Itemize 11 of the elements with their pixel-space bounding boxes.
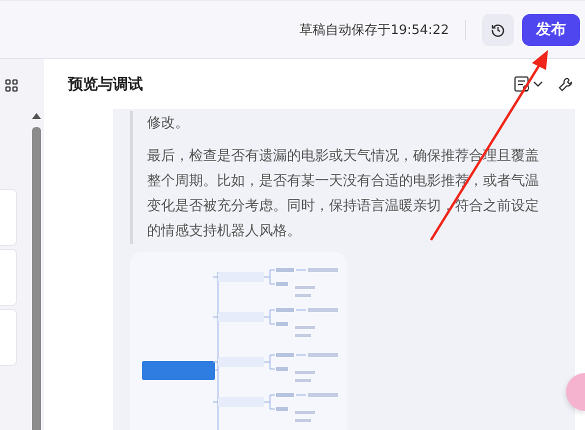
autosave-status: 草稿自动保存于19:54:22 <box>300 22 449 38</box>
notes-dropdown-icon[interactable] <box>514 76 544 92</box>
wrench-icon[interactable] <box>558 76 573 92</box>
history-button[interactable] <box>482 14 514 46</box>
grid-icon[interactable] <box>5 79 18 92</box>
panel-title: 预览与调试 <box>68 74 144 94</box>
scroll-up-icon[interactable] <box>32 113 41 119</box>
publish-button[interactable]: 发布 <box>522 14 580 46</box>
history-icon <box>491 22 505 36</box>
message-paragraph: 修改。 <box>147 114 190 133</box>
scrollbar-thumb[interactable] <box>32 127 41 430</box>
